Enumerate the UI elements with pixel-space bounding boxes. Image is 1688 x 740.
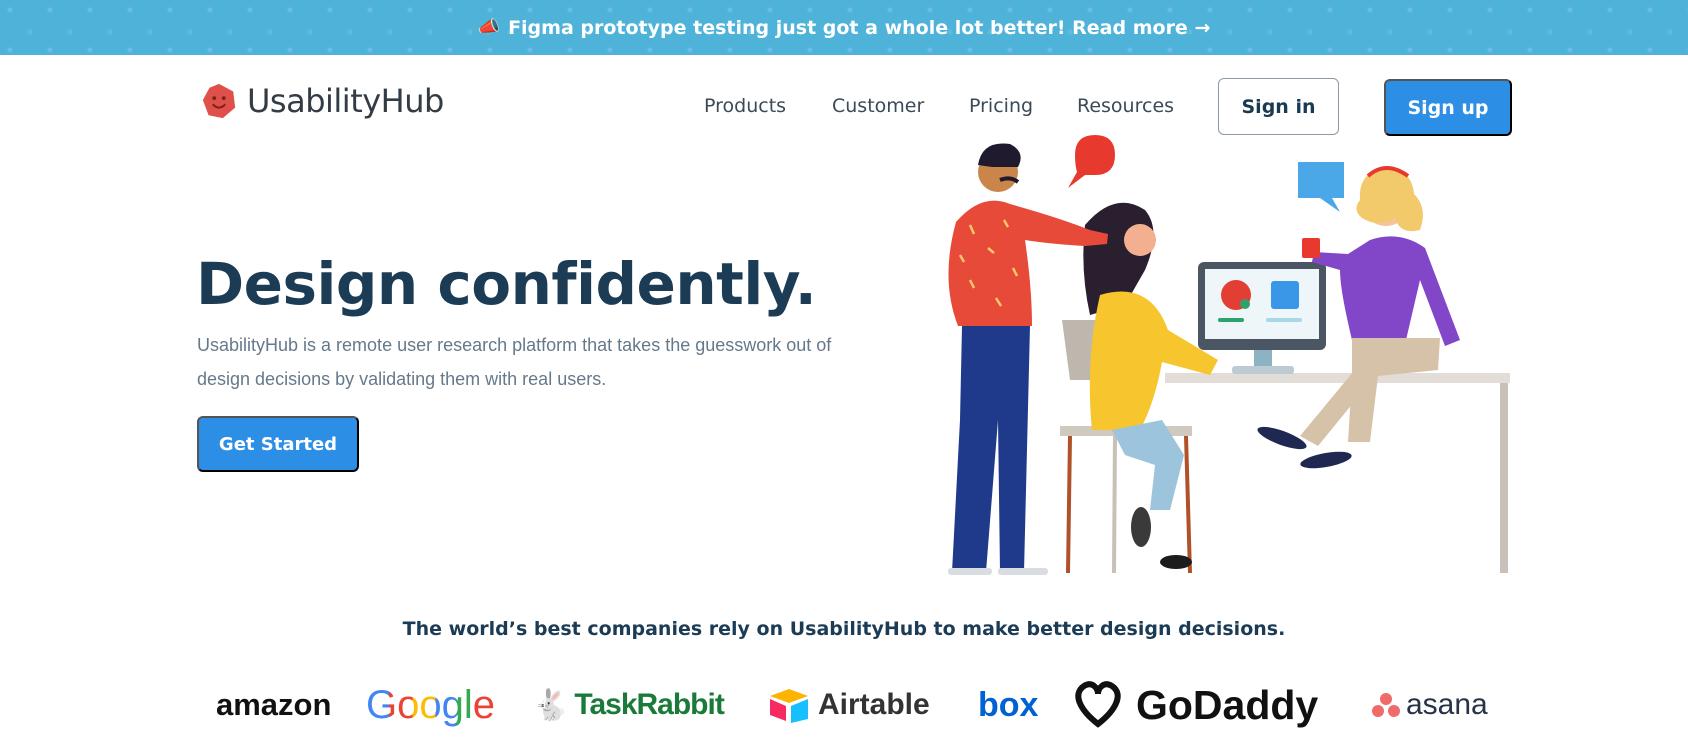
sign-up-button[interactable]: Sign up xyxy=(1384,79,1512,136)
nav-resources[interactable]: Resources xyxy=(1077,95,1174,117)
godaddy-wordmark: GoDaddy xyxy=(1136,681,1319,728)
box-wordmark: box xyxy=(978,685,1039,724)
hero-title: Design confidently. xyxy=(196,250,817,318)
godaddy-icon xyxy=(1075,681,1121,728)
red-cup xyxy=(1302,238,1320,258)
amazon-logo: amazon xyxy=(216,670,331,740)
rabbit-icon: 🐇 xyxy=(532,688,569,722)
announcement-link[interactable]: 📣 Figma prototype testing just got a who… xyxy=(478,17,1211,39)
desk-top xyxy=(1165,373,1510,383)
trust-statement: The world’s best companies rely on Usabi… xyxy=(402,618,1286,640)
amazon-wordmark: amazon xyxy=(216,687,332,722)
nav-pricing[interactable]: Pricing xyxy=(969,95,1033,117)
asana-icon xyxy=(1372,693,1400,717)
blue-speech-bubble xyxy=(1298,162,1344,212)
screen-square xyxy=(1271,281,1299,309)
godaddy-logo: GoDaddy xyxy=(1070,670,1318,740)
team-collaboration-illustration xyxy=(948,135,1510,575)
google-logo: Google xyxy=(366,670,495,740)
taskrabbit-wordmark: TaskRabbit xyxy=(574,688,724,721)
airtable-wordmark: Airtable xyxy=(818,688,930,721)
airtable-logo: Airtable xyxy=(768,670,930,740)
megaphone-icon: 📣 xyxy=(477,16,501,38)
nav-customer[interactable]: Customer xyxy=(832,95,924,117)
red-speech-bubble xyxy=(1068,135,1115,188)
asana-logo: asana xyxy=(1372,670,1488,740)
get-started-button[interactable]: Get Started xyxy=(197,416,359,472)
google-wordmark: Google xyxy=(366,682,495,727)
brand-name: UsabilityHub xyxy=(247,82,444,120)
hexagon-face-logo-icon xyxy=(202,83,236,119)
sitting-woman-top xyxy=(1312,236,1460,346)
standing-man-pants xyxy=(952,326,1030,572)
announcement-text: Figma prototype testing just got a whole… xyxy=(508,16,1211,39)
box-logo: box xyxy=(978,670,1038,740)
customer-logos: amazon Google 🐇 TaskRabbit Airtable box … xyxy=(200,670,1500,740)
announcement-banner: 📣 Figma prototype testing just got a who… xyxy=(0,0,1688,55)
brand-logo[interactable]: UsabilityHub xyxy=(200,82,444,120)
airtable-icon xyxy=(770,689,808,723)
nav-products[interactable]: Products xyxy=(704,95,786,117)
asana-wordmark: asana xyxy=(1406,688,1488,721)
desk-leg xyxy=(1500,383,1508,573)
hero-description: UsabilityHub is a remote user research p… xyxy=(197,335,832,389)
taskrabbit-logo: 🐇 TaskRabbit xyxy=(532,670,725,740)
sign-in-button[interactable]: Sign in xyxy=(1218,78,1339,135)
monitor-screen xyxy=(1205,269,1319,339)
